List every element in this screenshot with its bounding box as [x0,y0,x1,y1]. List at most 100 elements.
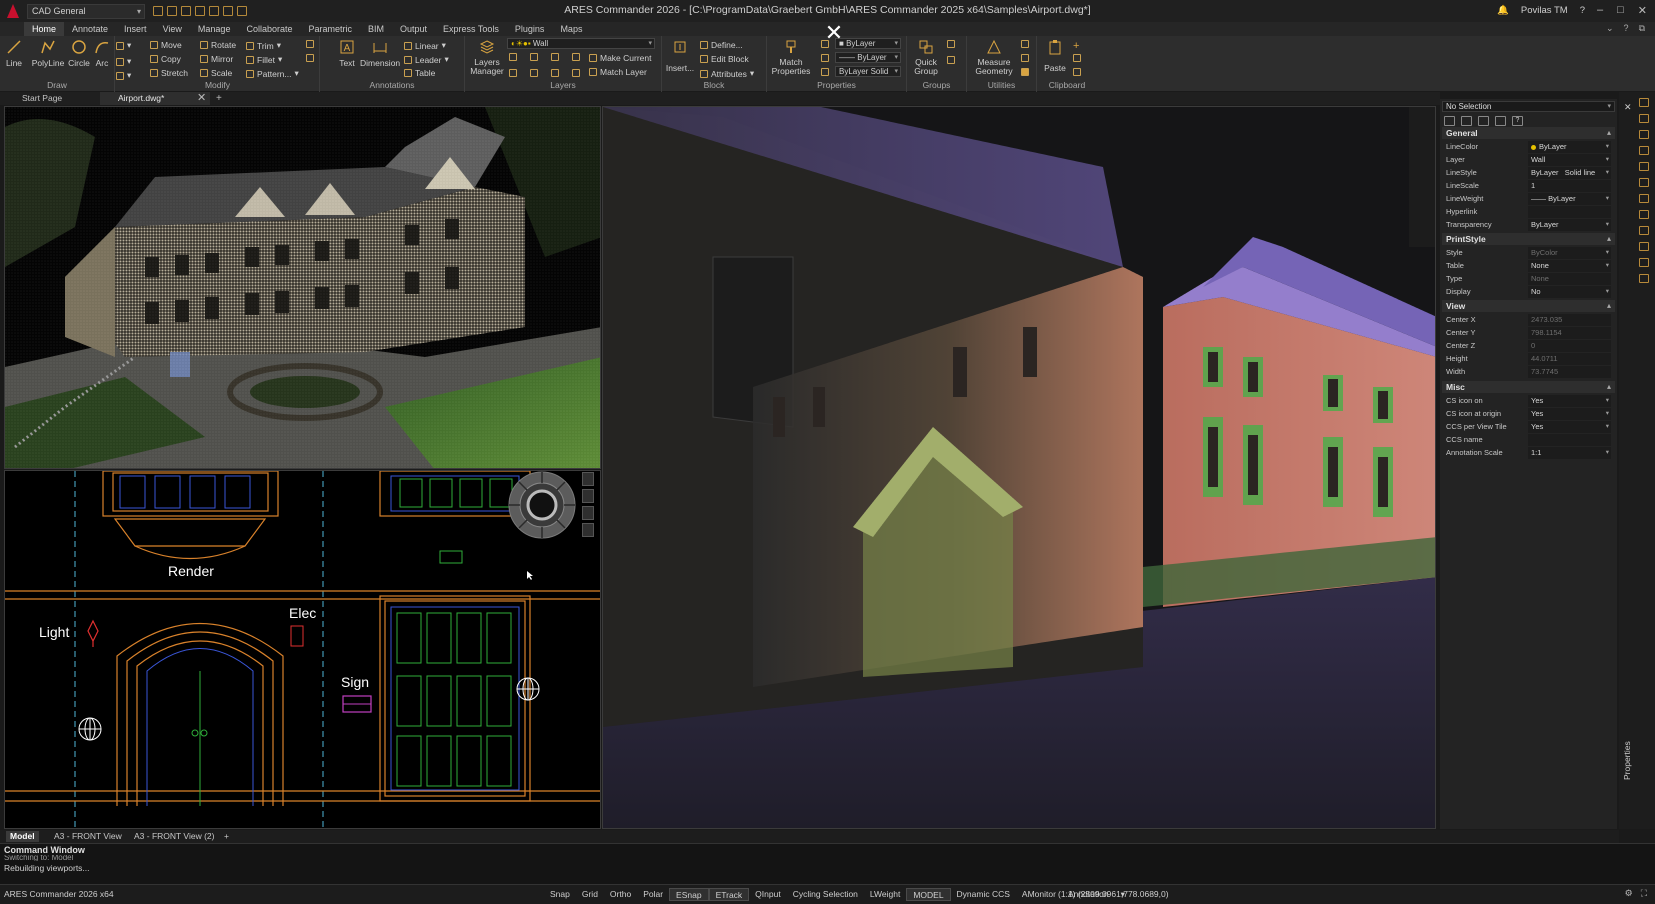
quick-group-button[interactable]: Quick Group [911,39,941,76]
prop-row-width[interactable]: Width 73.7745 [1446,366,1611,378]
tab-parametric[interactable]: Parametric [300,22,360,36]
line-tool[interactable]: Line [2,39,26,68]
attributes-button[interactable]: Attributes ▾ [700,68,754,79]
redo-icon[interactable] [237,6,247,16]
prop-row-ccs-per-view[interactable]: CCS per View Tile Yes [1446,421,1611,433]
tab-express-tools[interactable]: Express Tools [435,22,507,36]
viewport-pointcloud[interactable] [602,106,1436,829]
palette-icon-5[interactable] [1639,178,1649,187]
copy-button[interactable]: Copy [150,54,181,64]
copy-clip-button[interactable] [1073,54,1081,62]
toggle-pickadd-icon[interactable] [1478,116,1489,126]
layer-unlock-icon[interactable] [572,69,580,77]
properties-help-icon[interactable]: ? [1512,116,1523,126]
properties-panel-label[interactable]: Properties [1622,720,1632,780]
tab-model[interactable]: Model [6,831,39,842]
prop-row-annotation-scale[interactable]: Annotation Scale 1:1 [1446,447,1611,459]
copy-base-button[interactable] [1073,68,1081,76]
edit-block-button[interactable]: Edit Block [700,54,749,64]
section-printstyle[interactable]: PrintStyle [1442,233,1615,245]
tab-a3-front-view[interactable]: A3 - FRONT View [50,831,126,842]
layer-on-icon[interactable] [509,69,517,77]
fillet-button[interactable]: Fillet ▾ [246,54,282,65]
linestyle-select[interactable]: —— ByLayer [835,52,901,63]
lweight-toggle[interactable]: LWeight [864,888,906,901]
mirror-button[interactable]: Mirror [200,54,233,64]
minimize-icon[interactable]: – [1597,4,1603,17]
arc-tool[interactable]: Arc [92,39,112,68]
rotate-button[interactable]: Rotate [200,40,236,50]
prop-value[interactable]: 73.7745 [1528,366,1611,378]
layer-lock-icon[interactable] [572,53,580,61]
palette-icon-1[interactable] [1639,114,1649,123]
bell-icon[interactable]: 🔔 [1497,5,1509,16]
tab-airport-dwg[interactable]: Airport.dwg* [100,92,210,105]
quick-select-icon[interactable] [1461,116,1472,126]
prop-value[interactable]: ByLayer [1528,219,1611,231]
prop-row-height[interactable]: Height 44.0711 [1446,353,1611,365]
amonitor-toggle[interactable]: AMonitor [1016,888,1062,901]
close-overlay-icon[interactable]: ✕ [823,22,845,44]
prop-row-display[interactable]: Display No [1446,286,1611,298]
insert-block-button[interactable]: Insert... [664,39,696,73]
prop-row-linescale[interactable]: LineScale 1 [1446,180,1611,192]
move-button[interactable]: Move [150,40,182,50]
layers-manager-button[interactable]: Layers Manager [467,39,507,76]
pan-icon[interactable] [582,472,594,486]
ungroup-button[interactable] [947,56,955,64]
prop-value[interactable]: None [1528,260,1611,272]
etrack-toggle[interactable]: ETrack [708,888,750,901]
tab-collaborate[interactable]: Collaborate [238,22,300,36]
prop-value[interactable] [1528,206,1611,218]
tab-insert[interactable]: Insert [116,22,155,36]
chevron-down-icon[interactable]: ⌄ [1606,23,1614,34]
dynamic-ccs-toggle[interactable]: Dynamic CCS [951,888,1016,901]
palette-icon-7[interactable] [1639,210,1649,219]
tab-home[interactable]: Home [24,22,65,36]
ortho-toggle[interactable]: Ortho [604,888,637,901]
pattern-button[interactable]: Pattern... ▾ [246,68,299,79]
lineweight-select[interactable]: ByLayer Solid [835,66,901,77]
qinput-toggle[interactable]: QInput [749,888,787,901]
layer-thaw-icon[interactable] [551,69,559,77]
prop-value[interactable]: 1:1 [1528,447,1611,459]
palette-icon-9[interactable] [1639,242,1649,251]
prop-row-lineweight[interactable]: LineWeight —— ByLayer [1446,193,1611,205]
close-tab-icon[interactable]: ✕ [197,92,206,105]
view-settings-icon[interactable] [582,523,594,537]
prop-value[interactable] [1528,434,1611,446]
prop-row-cs-icon-on[interactable]: CS icon on Yes [1446,395,1611,407]
layer-off-icon[interactable] [509,53,517,61]
prop-value[interactable]: 0 [1528,340,1611,352]
polar-toggle[interactable]: Polar [637,888,669,901]
prop-row-transparency[interactable]: Transparency ByLayer [1446,219,1611,231]
undo-icon[interactable] [223,6,233,16]
tab-output[interactable]: Output [392,22,435,36]
model-toggle[interactable]: MODEL [906,888,951,901]
text-tool[interactable]: A Text [334,39,360,68]
navigation-wheel[interactable] [507,470,577,540]
prop-value[interactable]: Yes [1528,421,1611,433]
prop-value[interactable]: None [1528,273,1611,285]
prop-row-center-z[interactable]: Center Z 0 [1446,340,1611,352]
prop-value[interactable]: ByLayer [1528,141,1611,153]
add-layout-icon[interactable]: + [220,831,233,842]
help-button[interactable]: ? [1580,5,1585,16]
maximize-icon[interactable]: □ [1617,4,1624,17]
esnap-toggle[interactable]: ESnap [669,888,709,901]
prop-row-table[interactable]: Table None [1446,260,1611,272]
restore-icon[interactable]: ⧉ [1639,23,1645,34]
utility-tool-1[interactable] [1021,40,1029,48]
scale-button[interactable]: Scale [200,68,232,78]
make-current-button[interactable]: Make Current [589,53,652,63]
explode-button[interactable] [306,40,314,48]
tab-start-page[interactable]: Start Page [4,92,99,105]
tab-annotate[interactable]: Annotate [64,22,116,36]
match-layer-button[interactable]: Match Layer [589,67,647,77]
linestyle-icon-button[interactable] [821,54,829,62]
save-icon[interactable] [181,6,191,16]
tab-a3-front-view-2[interactable]: A3 - FRONT View (2) [130,831,218,842]
user-name[interactable]: Povilas TM [1521,5,1568,16]
select-objects-icon[interactable] [1444,116,1455,126]
table-button[interactable]: Table [404,68,435,78]
